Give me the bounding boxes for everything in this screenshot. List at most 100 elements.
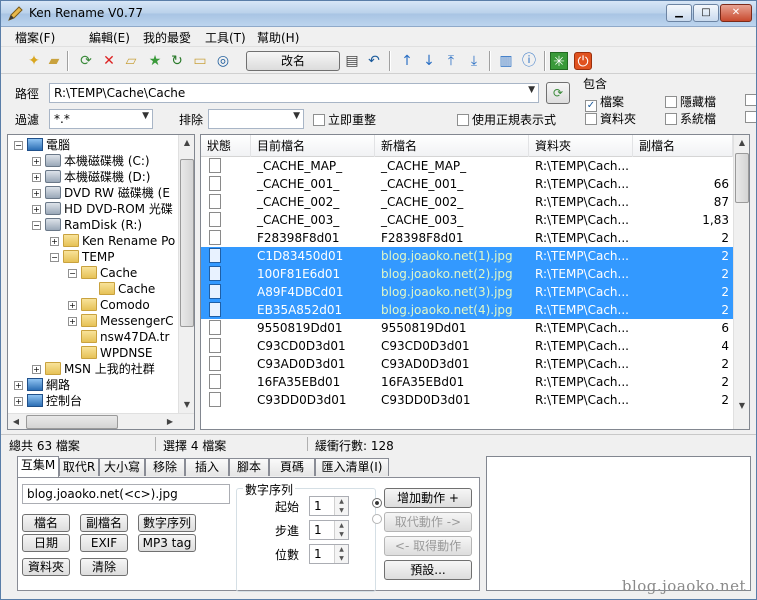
columns-icon[interactable]: ▥: [497, 52, 515, 70]
expand-icon[interactable]: +: [50, 237, 59, 246]
column-folder[interactable]: 資料夾: [529, 135, 633, 157]
insert-mp3-tag-button[interactable]: MP3 tag: [138, 534, 196, 552]
replace-action-button[interactable]: 取代動作 ->: [384, 512, 472, 532]
expand-icon[interactable]: +: [32, 205, 41, 214]
open-folder-icon[interactable]: ▰: [45, 52, 63, 70]
power-exit-icon[interactable]: ⏻: [574, 52, 592, 70]
checkbox-box[interactable]: [313, 114, 325, 126]
exclude-combobox[interactable]: ▼: [208, 109, 304, 129]
plugin-icon[interactable]: ✳: [550, 52, 568, 70]
column-current-name[interactable]: 目前檔名: [251, 135, 375, 157]
tree-node[interactable]: WPDNSE: [68, 345, 153, 361]
move-bottom-icon[interactable]: ⤓: [465, 52, 483, 70]
extra-checkbox[interactable]: [745, 110, 756, 124]
menu-tools[interactable]: 工具(T): [205, 29, 246, 46]
tree-node[interactable]: Cache: [86, 281, 155, 297]
checkbox-box[interactable]: [745, 94, 756, 106]
radio-icon[interactable]: [372, 514, 382, 524]
tab-import-list[interactable]: 匯入清單(I): [315, 458, 389, 476]
tree-node[interactable]: − TEMP: [50, 249, 115, 265]
menu-help[interactable]: 幫助(H): [257, 29, 299, 46]
expand-icon[interactable]: +: [68, 317, 77, 326]
tree-node[interactable]: + DVD RW 磁碟機 (E: [32, 185, 170, 201]
tree-node[interactable]: − RamDisk (R:): [32, 217, 142, 233]
collapse-icon[interactable]: −: [68, 269, 77, 278]
move-up-icon[interactable]: ↑: [398, 52, 416, 70]
table-row[interactable]: 100F81E6d01 blog.joaoko.net(2).jpg R:\TEMP…: [201, 265, 733, 283]
instant-refresh-checkbox[interactable]: 立即重整: [313, 111, 376, 128]
filter-combobox[interactable]: *.* ▼: [49, 109, 153, 129]
spinner-arrows-icon[interactable]: ▲ ▼: [334, 545, 348, 563]
regex-checkbox[interactable]: 使用正規表示式: [457, 111, 556, 128]
table-row[interactable]: _CACHE_001_ _CACHE_001_ R:\TEMP\Cach... 66: [201, 175, 733, 193]
tree-node[interactable]: + 本機磁碟機 (C:): [32, 153, 150, 169]
folder-icon[interactable]: ▭: [191, 52, 209, 70]
include-system-checkbox[interactable]: 系統檔: [665, 110, 716, 127]
minimize-button[interactable]: ▁: [666, 4, 692, 22]
menu-edit[interactable]: 編輯(E): [89, 29, 130, 46]
reload-file-icon[interactable]: ↻: [168, 52, 186, 70]
checkbox-box[interactable]: [585, 113, 597, 125]
insert-folder-button[interactable]: 資料夾: [22, 558, 70, 576]
tree-horizontal-scrollbar[interactable]: ◀ ▶: [8, 413, 194, 429]
start-spinner[interactable]: 1 ▲ ▼: [309, 496, 349, 516]
checkbox-box[interactable]: [745, 111, 756, 123]
insert-sequence-button[interactable]: 數字序列: [138, 514, 196, 532]
table-row[interactable]: C93AD0D3d01 C93AD0D3d01 R:\TEMP\Cach... 2: [201, 355, 733, 373]
rename-button[interactable]: 改名: [246, 51, 340, 71]
insert-filename-button[interactable]: 檔名: [22, 514, 70, 532]
expand-icon[interactable]: +: [14, 381, 23, 390]
scroll-down-icon[interactable]: ▼: [734, 398, 749, 414]
insert-extension-button[interactable]: 副檔名: [80, 514, 128, 532]
collapse-icon[interactable]: −: [50, 253, 59, 262]
table-row[interactable]: C93CD0D3d01 C93CD0D3d01 R:\TEMP\Cach... 4: [201, 337, 733, 355]
expand-icon[interactable]: +: [32, 365, 41, 374]
collapse-icon[interactable]: −: [32, 221, 41, 230]
table-row[interactable]: _CACHE_MAP_ _CACHE_MAP_ R:\TEMP\Cach...: [201, 157, 733, 175]
tree-node[interactable]: + MessengerC: [68, 313, 174, 329]
tab-remove[interactable]: 移除: [145, 458, 185, 476]
action-list-panel[interactable]: [486, 456, 751, 591]
spinner-arrows-icon[interactable]: ▲ ▼: [334, 521, 348, 539]
scroll-left-icon[interactable]: ◀: [8, 414, 24, 429]
tab-page-number[interactable]: 頁碼: [269, 458, 315, 476]
tab-case[interactable]: 大小寫: [99, 458, 145, 476]
move-down-icon[interactable]: ↓: [420, 52, 438, 70]
checkbox-box[interactable]: [665, 113, 677, 125]
tree-node[interactable]: − Cache: [68, 265, 137, 281]
checkbox-box[interactable]: [457, 114, 469, 126]
expand-icon[interactable]: +: [32, 173, 41, 182]
new-sparkle-icon[interactable]: ✦: [25, 52, 43, 70]
table-row[interactable]: A89F4DBCd01 blog.joaoko.net(3).jpg R:\TEMP…: [201, 283, 733, 301]
scroll-thumb[interactable]: [26, 415, 118, 429]
preset-button[interactable]: 預設...: [384, 560, 472, 580]
table-row[interactable]: _CACHE_002_ _CACHE_002_ R:\TEMP\Cach... 87: [201, 193, 733, 211]
include-hidden-checkbox[interactable]: 隱藏檔: [665, 93, 716, 110]
insert-exif-button[interactable]: EXIF: [80, 534, 128, 552]
table-row[interactable]: 9550819Dd01 9550819Dd01 R:\TEMP\Cach... 6: [201, 319, 733, 337]
pattern-input[interactable]: blog.joaoko.net(<c>).jpg: [22, 484, 230, 504]
tree-node[interactable]: + 網路: [14, 377, 70, 393]
maximize-button[interactable]: □: [693, 4, 719, 22]
list-vertical-scrollbar[interactable]: ▲ ▼: [733, 135, 749, 429]
tree-node[interactable]: + MSN 上我的社群: [32, 361, 155, 377]
scroll-right-icon[interactable]: ▶: [162, 414, 178, 429]
expand-icon[interactable]: +: [32, 157, 41, 166]
scroll-thumb[interactable]: [735, 153, 749, 203]
tab-replace[interactable]: 取代R: [59, 458, 99, 476]
expand-icon[interactable]: +: [14, 397, 23, 406]
scroll-up-icon[interactable]: ▲: [734, 135, 749, 151]
tab-insert-mode[interactable]: 互集M: [17, 456, 59, 477]
scroll-down-icon[interactable]: ▼: [179, 397, 194, 413]
target-icon[interactable]: ◎: [214, 52, 232, 70]
collapse-icon[interactable]: −: [14, 141, 23, 150]
delete-icon[interactable]: ✕: [100, 52, 118, 70]
get-action-button[interactable]: <- 取得動作: [384, 536, 472, 556]
tree-node[interactable]: + HD DVD-ROM 光碟: [32, 201, 173, 217]
info-icon[interactable]: ⓘ: [520, 52, 538, 70]
favorite-star-icon[interactable]: ★: [146, 52, 164, 70]
copy-folder-icon[interactable]: ▱: [122, 52, 140, 70]
settings-sheet-icon[interactable]: ▤: [343, 52, 361, 70]
table-row[interactable]: C93DD0D3d01 C93DD0D3d01 R:\TEMP\Cach... 2: [201, 391, 733, 409]
browse-folder-button[interactable]: ⟳: [546, 82, 570, 104]
